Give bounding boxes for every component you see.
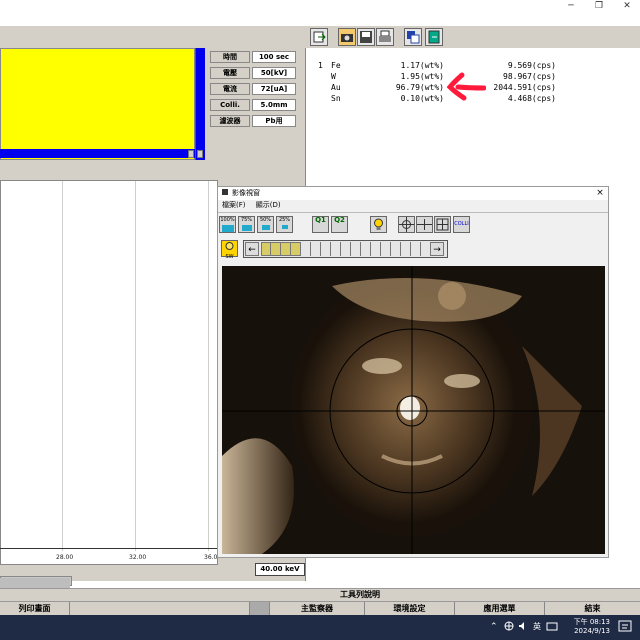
image-window-title-bar: 影像視窗 <box>218 187 608 200</box>
zoom-100-button[interactable]: 100% <box>219 216 236 233</box>
annotation-arrow-icon <box>446 72 486 101</box>
result-wt: 1.17(wt%) <box>400 61 444 70</box>
language-indicator[interactable]: 英 <box>533 621 541 632</box>
camera-view <box>222 266 605 554</box>
crosshair-icon[interactable] <box>398 216 415 233</box>
windows-icon[interactable] <box>404 28 422 46</box>
exit-button[interactable]: 結束 <box>545 602 640 615</box>
scrollbar-thumb[interactable] <box>197 150 203 158</box>
param-label: 電流 <box>210 83 250 95</box>
zoom-50-button[interactable]: 50% <box>257 216 274 233</box>
x-tick-label: 28.00 <box>56 554 74 561</box>
grid-line <box>62 181 63 551</box>
empty-cell <box>70 602 250 615</box>
print-screen-button[interactable]: 列印畫面 <box>0 602 70 615</box>
menu-file[interactable]: 檔案(F) <box>222 201 246 209</box>
param-value: 50[kV] <box>252 67 296 79</box>
result-element: Au <box>331 83 341 92</box>
grid-icon[interactable] <box>434 216 451 233</box>
slider-right-arrow[interactable]: → <box>430 242 444 256</box>
app-select-button[interactable]: 應用選單 <box>455 602 545 615</box>
param-value: 5.0mm <box>252 99 296 111</box>
image-window-menu: 檔案(F) 顯示(D) <box>218 200 608 211</box>
menu-divider <box>218 212 608 213</box>
slider-left-arrow[interactable]: ← <box>245 242 259 256</box>
param-label: 電壓 <box>210 67 250 79</box>
ime-icon[interactable] <box>546 620 558 632</box>
sw-button[interactable]: SW <box>221 240 238 260</box>
camera-icon[interactable] <box>338 28 356 46</box>
energy-plot <box>0 180 218 565</box>
clock-time[interactable]: 下午 08:13 <box>566 617 610 627</box>
notification-icon[interactable] <box>618 620 632 634</box>
result-index: 1 <box>318 61 323 70</box>
x-axis <box>0 548 218 549</box>
status-segment <box>0 578 70 588</box>
image-window-close[interactable]: × <box>594 187 606 199</box>
param-label: 時間 <box>210 51 250 63</box>
result-wt: 0.10(wt%) <box>400 94 444 103</box>
print-icon[interactable] <box>376 28 394 46</box>
result-wt: 1.95(wt%) <box>400 72 444 81</box>
result-wt: 96.79(wt%) <box>395 83 444 92</box>
specimen-image <box>222 266 605 554</box>
param-value: 72[uA] <box>252 83 296 95</box>
spectrum-view <box>0 48 195 160</box>
export-icon[interactable] <box>310 28 328 46</box>
grid-line <box>208 181 209 551</box>
speaker-icon[interactable] <box>518 621 528 631</box>
spectrum-scrollbar[interactable] <box>195 48 205 160</box>
chevron-up-icon[interactable]: ⌃ <box>490 622 498 632</box>
light-bulb-icon[interactable] <box>370 216 387 233</box>
clock-date[interactable]: 2024/9/13 <box>566 627 610 635</box>
windows-taskbar <box>0 615 640 640</box>
q1-button[interactable]: Q1 <box>312 216 329 233</box>
toolbar-help-label: 工具列說明 <box>340 590 380 599</box>
globe-icon[interactable] <box>504 621 514 631</box>
empty-cell <box>250 602 270 615</box>
minimize-button[interactable]: ─ <box>560 0 582 14</box>
zoom-75-button[interactable]: 75% <box>238 216 255 233</box>
q2-button[interactable]: Q2 <box>331 216 348 233</box>
exit-door-icon[interactable] <box>425 28 443 46</box>
close-button[interactable]: ✕ <box>616 0 638 14</box>
result-element: Fe <box>331 61 341 70</box>
param-value: 100 sec <box>252 51 296 63</box>
param-value: Pb用 <box>252 115 296 127</box>
restore-button[interactable]: ❐ <box>588 0 610 14</box>
result-element: Sn <box>331 94 341 103</box>
app-title-bar <box>0 0 640 14</box>
main-view-button[interactable]: 主監察器 <box>270 602 365 615</box>
result-element: W <box>331 72 336 81</box>
energy-range-label: 40.00 keV <box>255 563 305 576</box>
param-label: Colli. <box>210 99 250 111</box>
env-settings-button[interactable]: 環境設定 <box>365 602 455 615</box>
crosshair-small-icon[interactable] <box>416 216 433 233</box>
slider-segments <box>261 242 428 256</box>
menu-display[interactable]: 顯示(D) <box>256 201 281 209</box>
zoom-25-button[interactable]: 25% <box>276 216 293 233</box>
image-window-title: 影像視窗 <box>232 189 260 197</box>
save-icon[interactable] <box>357 28 375 46</box>
scrollbar-thumb-h[interactable] <box>188 150 194 158</box>
window-camera-icon <box>222 189 228 195</box>
x-tick-label: 36.0 <box>204 554 218 561</box>
colli-button[interactable]: COLLI <box>453 216 470 233</box>
x-tick-label: 32.00 <box>129 554 147 561</box>
param-label: 濾波器 <box>210 115 250 127</box>
grid-line <box>135 181 136 551</box>
spectrum-baseline <box>0 149 195 158</box>
